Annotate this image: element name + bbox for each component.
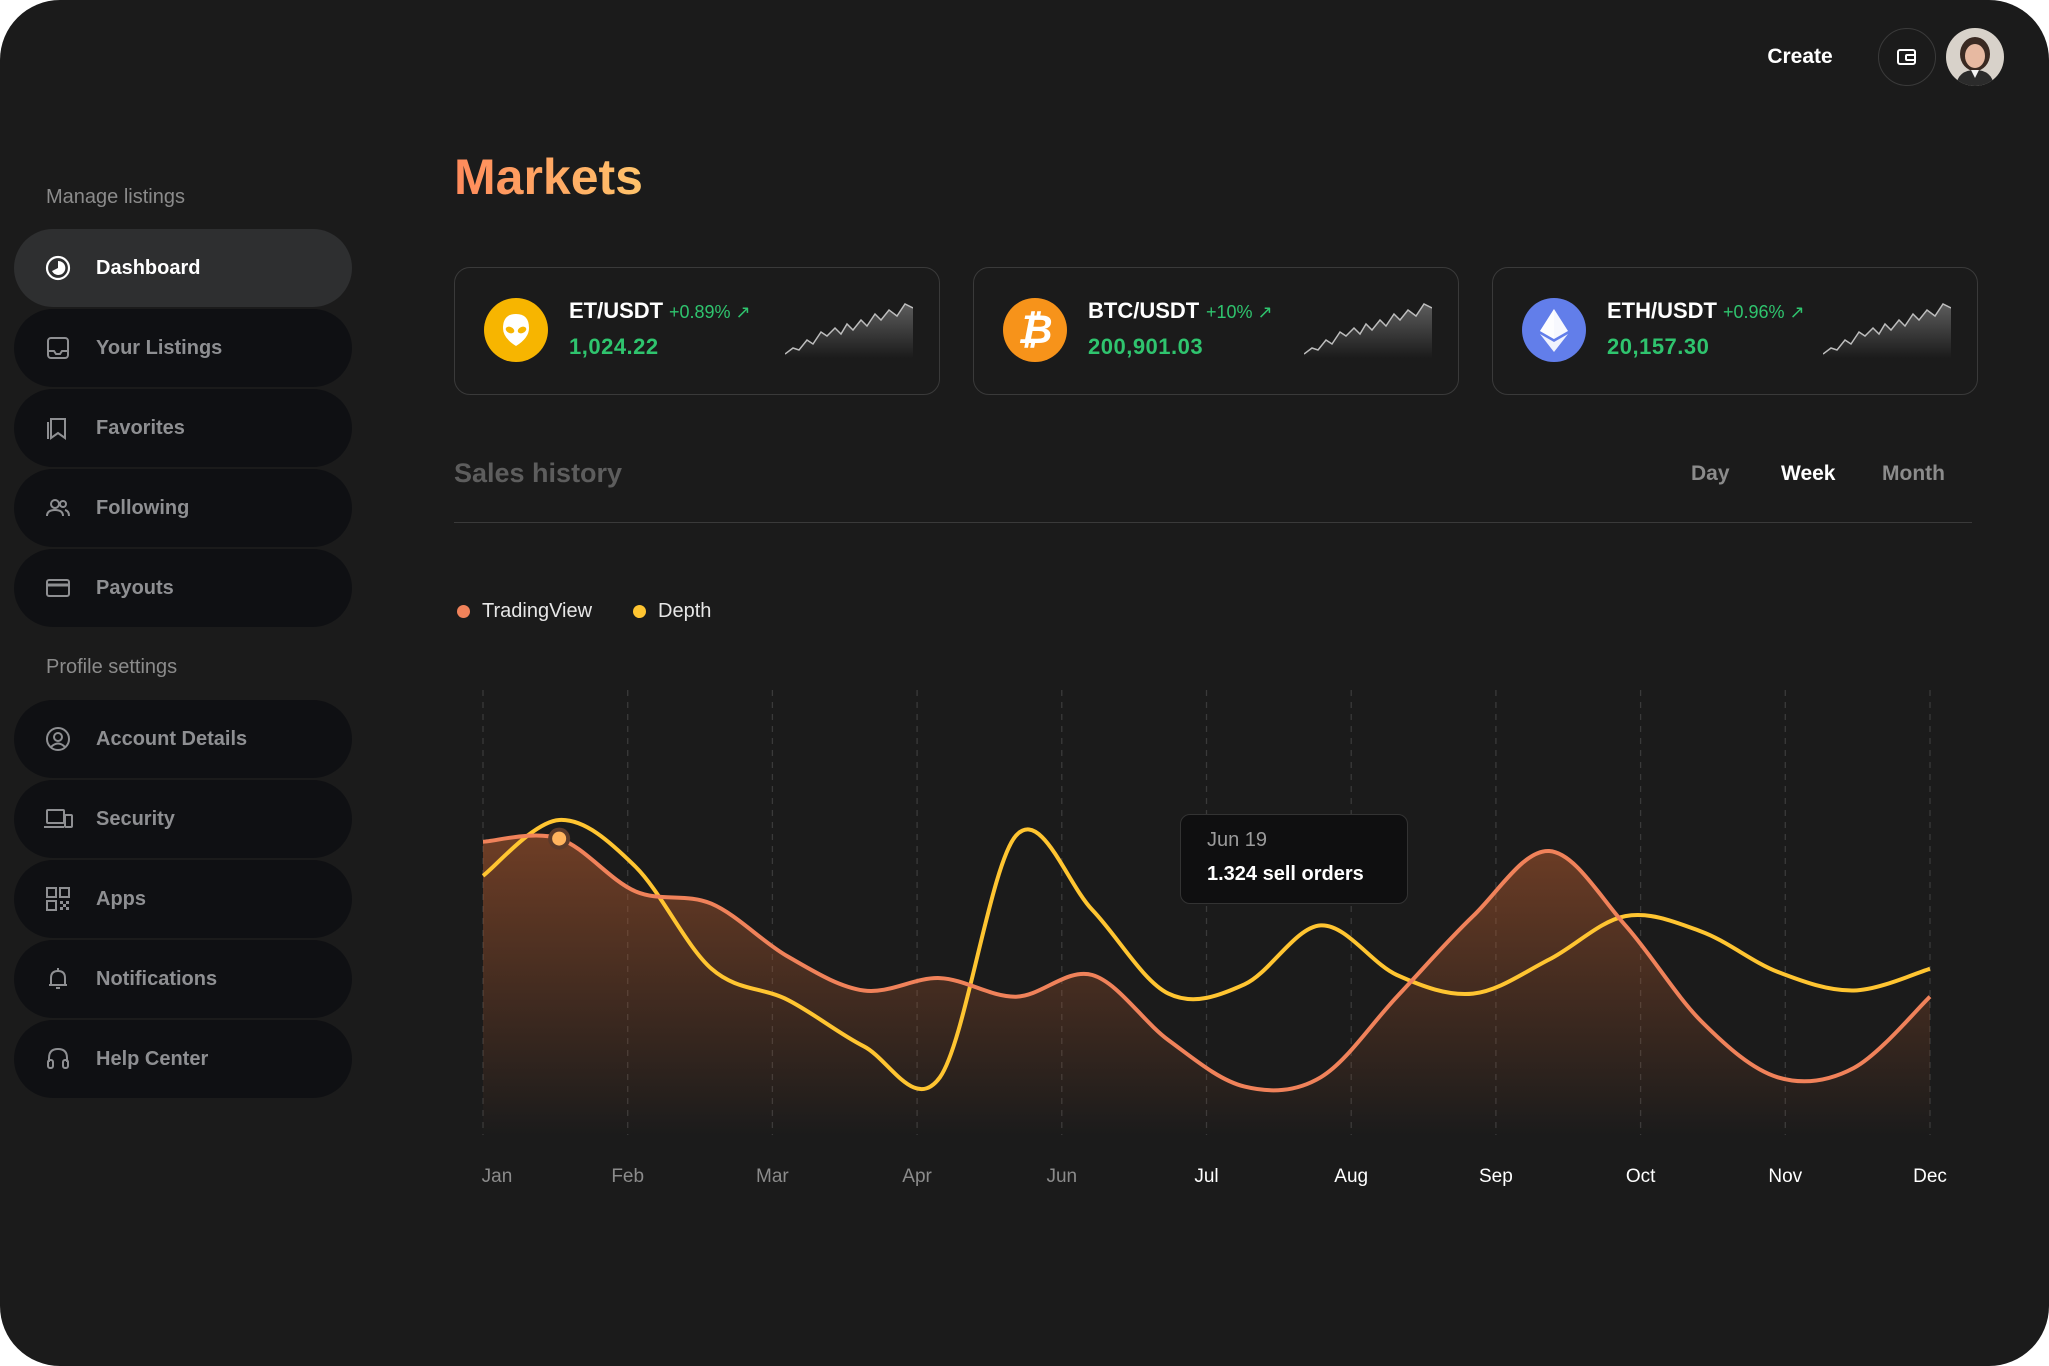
app-window: Create Manage listings Dashboard Your Li… xyxy=(0,0,2049,1366)
x-tick-label: Dec xyxy=(1913,1166,1947,1187)
x-tick-label: Oct xyxy=(1626,1166,1656,1187)
x-tick-label: Mar xyxy=(756,1166,789,1187)
x-tick-label: Apr xyxy=(902,1166,932,1187)
tooltip-value: 1.324 sell orders xyxy=(1207,863,1364,885)
x-tick-label: Jul xyxy=(1194,1166,1218,1187)
x-tick-label: Feb xyxy=(611,1166,644,1187)
x-tick-label: Aug xyxy=(1334,1166,1368,1187)
tooltip-date: Jun 19 xyxy=(1207,829,1268,851)
x-tick-label: Sep xyxy=(1479,1166,1513,1187)
sales-chart: Jan Feb Mar Apr Jun Jul Aug Sep Oct Nov Dec xyxy=(482,690,1947,1187)
x-tick-label: Nov xyxy=(1768,1166,1802,1187)
x-tick-label: Jun xyxy=(1046,1166,1077,1187)
highlight-point[interactable] xyxy=(552,831,567,846)
chart-tooltip: Jun 19 1.324 sell orders xyxy=(1180,814,1408,904)
x-tick-label: Jan xyxy=(482,1166,513,1187)
